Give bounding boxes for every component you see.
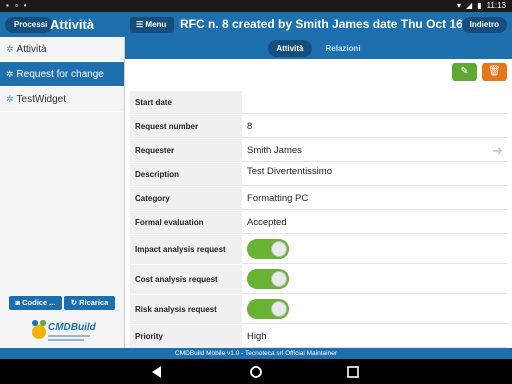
form-row-requester: Requester Smith James ➜: [130, 139, 507, 163]
form-row-cost-analysis: Cost analysis request: [130, 265, 507, 295]
card-title: RFC n. 8 created by Smith James date Thu…: [180, 17, 465, 31]
home-nav-icon[interactable]: [249, 365, 263, 379]
sidebar-item-label: Attività: [16, 43, 47, 55]
recents-nav-icon[interactable]: [346, 365, 360, 379]
field-label: Formal evaluation: [130, 211, 242, 234]
pencil-icon: ✎: [460, 66, 469, 77]
camera-icon: ◙: [15, 298, 21, 307]
main-panel: Attività Relazioni ✎ 🗑 Start date Reques…: [125, 37, 512, 349]
arrow-right-icon[interactable]: ➜: [492, 143, 503, 159]
gear-icon: ✲: [6, 93, 14, 104]
status-bar: ▪ ▫ • ▾ ◢ ▮ 11:13: [0, 0, 512, 12]
tab-relazioni[interactable]: Relazioni: [318, 40, 369, 57]
reload-icon: ↻: [70, 298, 77, 307]
menu-icon: ☰: [136, 20, 144, 29]
signal-icon: ◢: [466, 1, 473, 10]
field-label: Category: [130, 187, 242, 210]
form-row-start-date: Start date: [130, 91, 507, 115]
delete-button[interactable]: 🗑: [482, 63, 507, 81]
field-label: Impact analysis request: [130, 235, 242, 264]
gear-icon: ✲: [6, 68, 14, 79]
field-label: Cost analysis request: [130, 265, 242, 294]
reload-button[interactable]: ↻ Ricarica: [64, 296, 115, 310]
field-label: Description: [130, 163, 242, 186]
description-value: Test Divertentissimo: [242, 163, 507, 186]
card-form: Start date Request number 8 Requester Sm…: [130, 91, 507, 349]
toggle-knob: [271, 271, 287, 287]
logo-text: CMDBuild: [48, 322, 96, 333]
battery-icon: ▮: [477, 1, 482, 10]
code-button[interactable]: ◙ Codice ...: [9, 296, 62, 310]
requester-text: Smith James: [247, 144, 302, 156]
requester-value[interactable]: Smith James ➜: [242, 139, 507, 162]
location-icon: •: [23, 1, 27, 10]
card-toolbar: ✎ 🗑: [125, 59, 512, 87]
cost-analysis-value: [242, 265, 507, 294]
back-button-indietro[interactable]: Indietro: [461, 17, 507, 33]
edit-button[interactable]: ✎: [452, 63, 477, 81]
wifi-icon: ▾: [456, 1, 461, 10]
impact-analysis-value: [242, 235, 507, 264]
form-row-priority: Priority High: [130, 325, 507, 349]
form-row-category: Category Formatting PC: [130, 187, 507, 211]
toggle-knob: [271, 241, 287, 257]
tab-attivita[interactable]: Attività: [268, 39, 312, 57]
reload-button-label: Ricarica: [79, 298, 109, 307]
android-icon: ▪: [6, 1, 9, 10]
field-label: Risk analysis request: [130, 295, 242, 324]
field-label: Request number: [130, 115, 242, 138]
back-nav-icon[interactable]: [150, 365, 164, 379]
trash-icon: 🗑: [488, 66, 501, 77]
menu-button-label: Menu: [145, 20, 167, 29]
sidebar-item-attivita[interactable]: ✲ Attività: [0, 37, 124, 62]
formal-evaluation-value: Accepted: [242, 211, 507, 234]
risk-analysis-value: [242, 295, 507, 324]
form-row-description: Description Test Divertentissimo: [130, 163, 507, 187]
sidebar: ✲ Attività ✲ Request for change ✲ TestWi…: [0, 37, 125, 348]
form-row-risk-analysis: Risk analysis request: [130, 295, 507, 325]
gear-icon: ✲: [6, 43, 14, 54]
form-row-impact-analysis: Impact analysis request: [130, 235, 507, 265]
back-button-processi[interactable]: Processi: [5, 17, 54, 33]
form-row-request-number: Request number 8: [130, 115, 507, 139]
start-date-value: [242, 91, 507, 114]
app-bar: Processi Attività ☰ Menu RFC n. 8 create…: [0, 12, 512, 37]
sidebar-item-label: Request for change: [16, 68, 104, 80]
form-row-formal-evaluation: Formal evaluation Accepted: [130, 211, 507, 235]
sidebar-item-label: TestWidget: [16, 93, 67, 105]
category-value: Formatting PC: [242, 187, 507, 210]
code-button-label: Codice ...: [22, 298, 56, 307]
section-title: Attività: [50, 17, 95, 32]
request-number-value: 8: [242, 115, 507, 138]
toggle-knob: [271, 301, 287, 317]
field-label: Priority: [130, 325, 242, 348]
field-label: Start date: [130, 91, 242, 114]
priority-value: High: [242, 325, 507, 348]
sidebar-item-request-for-change[interactable]: ✲ Request for change: [0, 62, 124, 87]
image-icon: ▫: [14, 1, 18, 10]
tab-bar: Attività Relazioni: [125, 37, 512, 59]
cost-analysis-toggle[interactable]: [247, 269, 289, 289]
risk-analysis-toggle[interactable]: [247, 299, 289, 319]
menu-button[interactable]: ☰ Menu: [130, 17, 174, 33]
cmdbuild-logo: CMDBuild: [28, 318, 98, 344]
clock: 11:13: [486, 1, 506, 10]
sidebar-item-testwidget[interactable]: ✲ TestWidget: [0, 87, 124, 112]
field-label: Requester: [130, 139, 242, 162]
android-nav-bar: [0, 359, 512, 384]
back-button-indietro-label: Indietro: [469, 20, 499, 29]
impact-analysis-toggle[interactable]: [247, 239, 289, 259]
footer: CMDBuild Mobile v1.0 - Tecnoteca srl Off…: [0, 348, 512, 359]
back-button-processi-label: Processi: [14, 20, 48, 29]
